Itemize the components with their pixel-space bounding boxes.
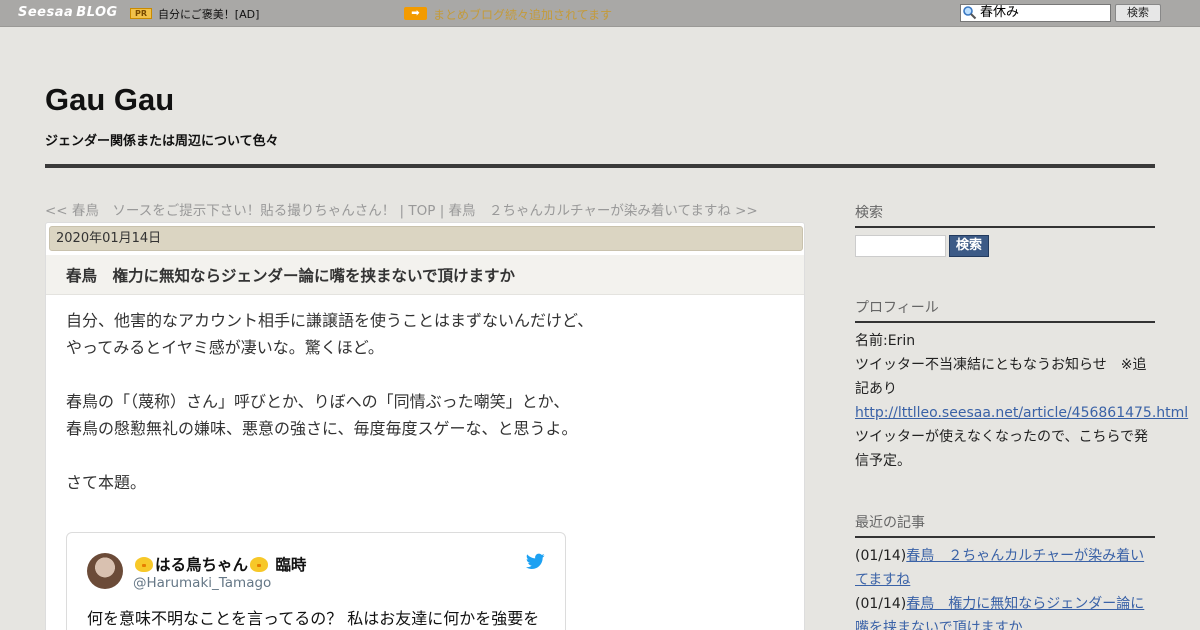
embedded-tweet[interactable]: はる鳥ちゃん 臨時 @Harumaki_Tamago 何を意味不明なことを言って… (66, 532, 566, 630)
top-search-button[interactable]: 検索 (1115, 4, 1161, 22)
body-line (66, 442, 666, 469)
sidebar-search-input[interactable] (855, 235, 946, 257)
sidebar-recent-heading: 最近の記事 (855, 512, 1155, 538)
article-title-band: 春鳥 権力に無知ならジェンダー論に嘴を挟まないで頂けますか (46, 255, 804, 295)
blog-description: ジェンダー関係または周辺について色々 (45, 134, 279, 149)
prev-article-link[interactable]: << 春鳥 ソースをご提示下さい！貼る撮りちゃんさん！ (45, 203, 395, 219)
body-line: 春鳥の「（蔑称）さん」呼びとか、りぼへの「同情ぶった嘲笑」とか、 (66, 392, 570, 411)
blog-title[interactable]: Gau Gau (45, 82, 174, 118)
body-line (66, 361, 666, 388)
pr-badge: PR (130, 8, 152, 19)
top-search-input[interactable]: 春休み (960, 4, 1111, 22)
body-line: 自分、他害的なアカウント相手に謙譲語を使うことはまずないんだけど、 (66, 311, 594, 330)
top-link[interactable]: TOP (408, 203, 435, 219)
arrow-right-icon: ➡ (404, 7, 427, 20)
article-date: 2020年01月14日 (49, 226, 803, 251)
profile-notice: ツイッター不当凍結にともなうお知らせ ※追記あり (855, 357, 1147, 397)
profile-note: ツイッターが使えなくなったので、こちらで発信予定。 (855, 429, 1149, 469)
notice-link[interactable]: まとめブログ続々追加されてます (433, 6, 612, 23)
tweet-author-name[interactable]: はる鳥ちゃん 臨時 (133, 553, 306, 575)
chick-emoji-icon (135, 557, 153, 572)
profile-link[interactable]: http://lttlleo.seesaa.net/article/456861… (855, 405, 1188, 421)
sidebar-search-button[interactable]: 検索 (949, 235, 989, 257)
sidebar-search-heading: 検索 (855, 202, 1155, 228)
pager-separator: | (395, 203, 409, 219)
twitter-bird-icon[interactable] (526, 553, 545, 570)
pager-separator: | (435, 203, 449, 219)
body-line: やってみるとイヤミ感が凄いな。驚くほど。 (66, 338, 384, 357)
tweet-text: 何を意味不明なことを言ってるの？ 私はお友達に何かを強要を (87, 609, 540, 628)
body-line: 春鳥の慇懃無礼の嫌味、悪意の強さに、毎度毎度スゲーな、と思うよ。 (66, 419, 578, 438)
body-line: さて本題。 (66, 473, 147, 492)
article-title[interactable]: 春鳥 権力に無知ならジェンダー論に嘴を挟まないで頂けますか (66, 264, 515, 286)
avatar[interactable] (87, 553, 123, 589)
article: 2020年01月14日 春鳥 権力に無知ならジェンダー論に嘴を挟まないで頂けます… (45, 222, 805, 630)
tweet-author-handle[interactable]: @Harumaki_Tamago (133, 575, 271, 591)
top-bar: Seesaa BLOG PR 自分にご褒美！[AD] ➡ まとめブログ続々追加され… (0, 0, 1200, 27)
sidebar-profile-heading: プロフィール (855, 297, 1155, 323)
header-divider (45, 164, 1155, 168)
seesaa-blog-logo[interactable]: Seesaa BLOG (18, 5, 118, 20)
list-item: (01/14)春鳥 ２ちゃんカルチャーが染み着いてますね (855, 548, 1145, 588)
recent-articles-list: (01/14)春鳥 ２ちゃんカルチャーが染み着いてますね (01/14)春鳥 権… (855, 544, 1155, 630)
next-article-link[interactable]: 春鳥 ２ちゃんカルチャーが染み着いてますね >> (449, 203, 758, 219)
article-body: 自分、他害的なアカウント相手に謙譲語を使うことはまずないんだけど、 やってみると… (66, 307, 666, 496)
pr-ad-link[interactable]: 自分にご褒美！[AD] (158, 6, 259, 22)
list-item: (01/14)春鳥 権力に無知ならジェンダー論に嘴を挟まないで頂けますか (855, 592, 1155, 630)
magnifier-icon (963, 6, 977, 20)
profile-section: 名前:Erin ツイッター不当凍結にともなうお知らせ ※追記あり http://… (855, 329, 1188, 473)
profile-name: 名前:Erin (855, 333, 916, 349)
article-pager: << 春鳥 ソースをご提示下さい！貼る撮りちゃんさん！ | TOP | 春鳥 ２… (45, 199, 758, 219)
chick-emoji-icon (250, 557, 269, 572)
